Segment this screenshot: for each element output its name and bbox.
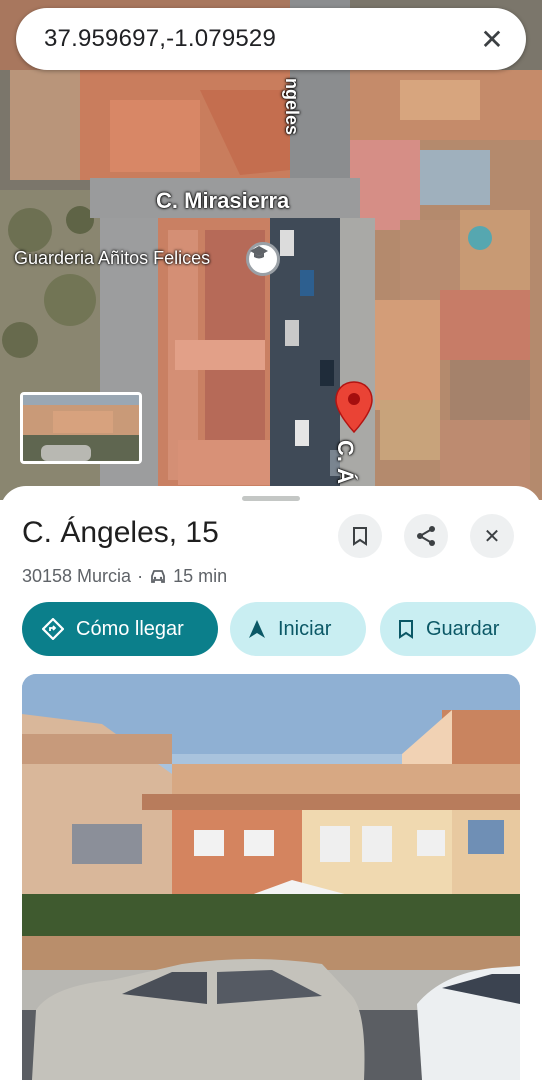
school-icon[interactable]: [246, 242, 280, 276]
place-photo[interactable]: [22, 674, 520, 1080]
guardar-button[interactable]: Guardar: [380, 602, 536, 656]
search-bar[interactable]: 37.959697,-1.079529 ✕: [16, 8, 526, 70]
poi-label[interactable]: Guarderia Añitos Felices: [14, 248, 210, 269]
street-label-angeles-bottom: C. Á: [333, 440, 358, 484]
share-button[interactable]: [404, 514, 448, 558]
close-button[interactable]: ✕: [470, 514, 514, 558]
bookmark-icon: [399, 620, 413, 639]
place-subline: 30158 Murcia · 15 min: [22, 566, 227, 587]
street-label-angeles-top: ngeles: [282, 78, 302, 136]
guardar-label: Guardar: [426, 617, 500, 640]
map-pin-icon[interactable]: [334, 380, 374, 434]
bookmark-icon: [353, 527, 367, 546]
street-view-thumbnail[interactable]: [20, 392, 142, 464]
search-input[interactable]: 37.959697,-1.079529: [44, 25, 478, 53]
navigation-arrow-icon: [249, 620, 265, 638]
travel-time: 15 min: [173, 566, 228, 586]
directions-icon: [42, 618, 64, 640]
satellite-map[interactable]: 37.959697,-1.079529 ✕ C. Mirasierra ngel…: [0, 0, 542, 500]
directions-label: Cómo llegar: [76, 617, 184, 640]
separator: ·: [137, 566, 144, 586]
drag-handle[interactable]: [242, 496, 300, 501]
place-sheet[interactable]: C. Ángeles, 15 ✕ 30158 Murcia · 15 min C…: [0, 486, 542, 1080]
start-button[interactable]: Iniciar: [230, 602, 366, 656]
close-icon: ✕: [483, 525, 501, 548]
close-icon[interactable]: ✕: [478, 24, 506, 55]
save-button[interactable]: [338, 514, 382, 558]
locality: 30158 Murcia: [22, 566, 132, 586]
place-title: C. Ángeles, 15: [22, 516, 219, 549]
directions-button[interactable]: Cómo llegar: [22, 602, 218, 656]
car-icon: [151, 569, 165, 583]
street-label-mirasierra: C. Mirasierra: [156, 188, 290, 213]
share-icon: [417, 526, 435, 546]
start-label: Iniciar: [278, 617, 332, 640]
